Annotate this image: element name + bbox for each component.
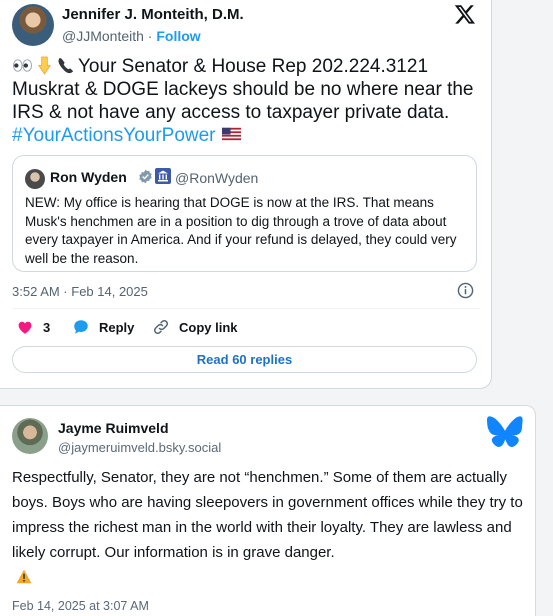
copy-link-button[interactable]: Copy link <box>152 317 238 337</box>
bluesky-author-avatar[interactable] <box>12 418 48 454</box>
link-icon <box>153 319 169 335</box>
bluesky-author-handle[interactable]: @jaymeruimveld.bsky.social <box>58 440 221 455</box>
government-label-icon <box>155 168 171 184</box>
author-handle[interactable]: @JJMonteith <box>62 28 144 44</box>
info-icon[interactable] <box>457 282 474 299</box>
x-tweet-card: Jennifer J. Monteith, D.M. @JJMonteith ·… <box>0 0 492 389</box>
hashtag-link[interactable]: #YourActionsYourPower <box>12 125 216 146</box>
author-avatar[interactable] <box>12 4 54 46</box>
quoted-author-name: Ron Wyden <box>50 169 127 185</box>
bluesky-butterfly-icon[interactable] <box>487 416 523 448</box>
read-replies-button[interactable]: Read 60 replies <box>12 346 477 373</box>
follow-link[interactable]: Follow <box>156 28 200 44</box>
like-button[interactable]: 3 <box>16 317 50 337</box>
handle-separator: · <box>143 28 157 44</box>
quoted-author-handle: @RonWyden <box>175 170 259 186</box>
divider <box>12 308 480 309</box>
quoted-tweet-text: NEW: My office is hearing that DOGE is n… <box>25 195 457 266</box>
verified-badge-icon <box>139 169 152 184</box>
x-logo-icon[interactable] <box>454 3 476 25</box>
us-flag-emoji-icon <box>221 127 241 141</box>
like-count: 3 <box>43 319 51 335</box>
quoted-author-avatar <box>25 169 45 189</box>
warning-emoji-icon <box>16 569 32 584</box>
quoted-tweet[interactable]: Ron Wyden @RonWyden NEW: My office is he… <box>12 155 477 272</box>
bluesky-post-text: Respectfully, Senator, they are not “hen… <box>12 469 523 561</box>
bluesky-post-card: Jayme Ruimveld @jaymeruimveld.bsky.socia… <box>0 405 536 616</box>
heart-icon <box>18 321 32 334</box>
eyes-emoji-icon <box>13 59 32 72</box>
reply-label: Reply <box>99 319 135 335</box>
copy-link-label: Copy link <box>179 319 238 335</box>
tweet-text: Your Senator & House Rep 202.224.3121 Mu… <box>12 55 482 147</box>
author-name[interactable]: Jennifer J. Monteith, D.M. <box>62 6 244 23</box>
telephone-emoji-icon <box>58 57 74 74</box>
reply-button[interactable]: Reply <box>72 317 134 337</box>
author-handle-row: @JJMonteith · Follow <box>62 28 201 44</box>
bluesky-timestamp[interactable]: Feb 14, 2025 at 3:07 AM <box>12 599 149 613</box>
tweet-timestamp[interactable]: 3:52 AM · Feb 14, 2025 <box>12 284 148 299</box>
tweet-body-text: Your Senator & House Rep 202.224.3121 Mu… <box>12 56 474 123</box>
reply-bubble-icon <box>74 320 88 334</box>
bluesky-author-name[interactable]: Jayme Ruimveld <box>58 420 169 436</box>
point-down-emoji-icon <box>38 56 51 75</box>
